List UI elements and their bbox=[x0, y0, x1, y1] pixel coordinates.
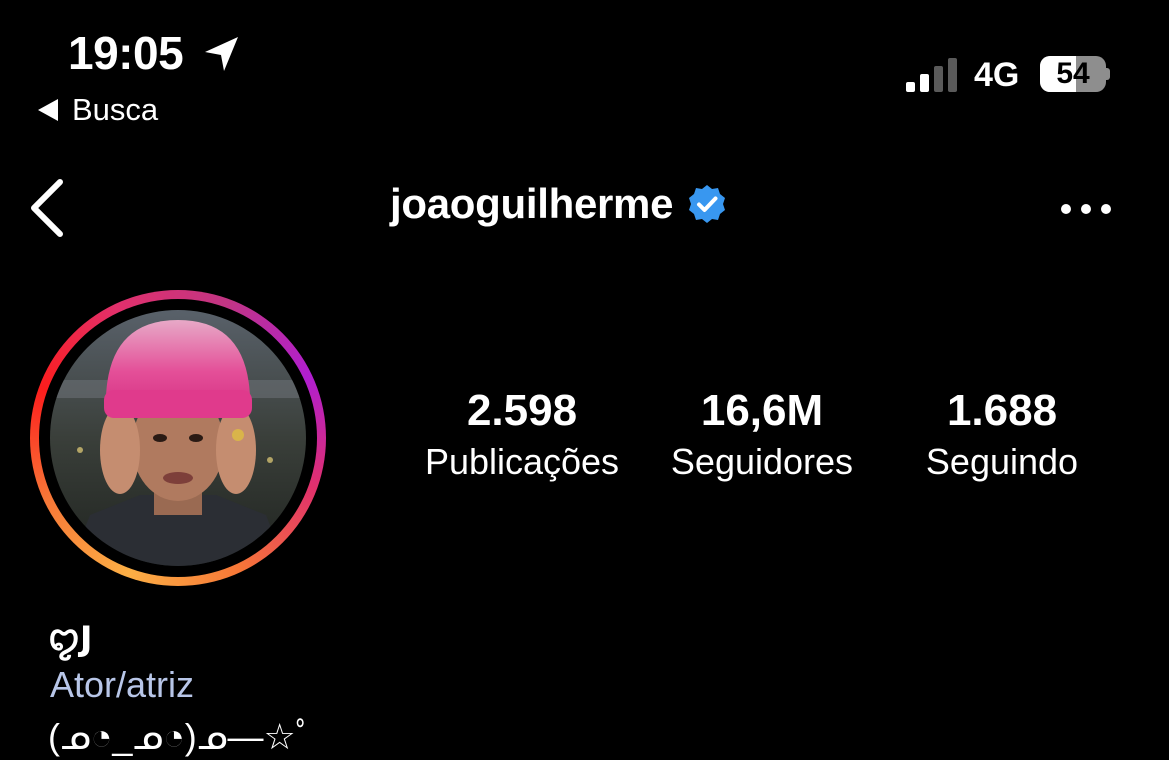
stat-following[interactable]: 1.688 Seguindo bbox=[892, 384, 1112, 484]
battery-icon: 54 bbox=[1040, 56, 1110, 92]
stat-followers[interactable]: 16,6M Seguidores bbox=[652, 384, 872, 484]
ellipsis-icon[interactable] bbox=[1058, 196, 1114, 222]
back-to-app-link[interactable]: Busca bbox=[38, 92, 158, 128]
battery-percent: 54 bbox=[1056, 57, 1090, 90]
username: joaoguilherme bbox=[390, 180, 674, 227]
following-count: 1.688 bbox=[946, 386, 1058, 435]
story-ring[interactable] bbox=[30, 290, 326, 586]
avatar bbox=[50, 310, 306, 566]
following-label: Seguindo bbox=[925, 441, 1079, 482]
verified-badge-icon bbox=[689, 185, 726, 223]
profile-header-title: joaoguilherme bbox=[390, 180, 727, 228]
location-arrow-icon bbox=[205, 37, 238, 71]
cellular-signal-icon bbox=[906, 58, 957, 92]
profile-bio: (ᓄ◔_ᓄ◔)ᓄ—☆ﾟ bbox=[48, 716, 314, 757]
posts-label: Publicações bbox=[424, 441, 620, 482]
followers-label: Seguidores bbox=[670, 441, 854, 482]
back-triangle-icon bbox=[38, 99, 58, 121]
followers-count: 16,6M bbox=[700, 386, 824, 435]
stat-posts[interactable]: 2.598 Publicações bbox=[412, 384, 632, 484]
chevron-left-icon[interactable] bbox=[26, 176, 66, 240]
profile-name: ꨄ︎𝗝 bbox=[48, 620, 93, 658]
posts-count: 2.598 bbox=[466, 386, 578, 435]
back-app-label: Busca bbox=[72, 92, 159, 127]
status-time: 19:05 bbox=[68, 27, 184, 79]
network-type: 4G bbox=[974, 56, 1020, 94]
profile-category: Ator/atriz bbox=[50, 664, 195, 705]
